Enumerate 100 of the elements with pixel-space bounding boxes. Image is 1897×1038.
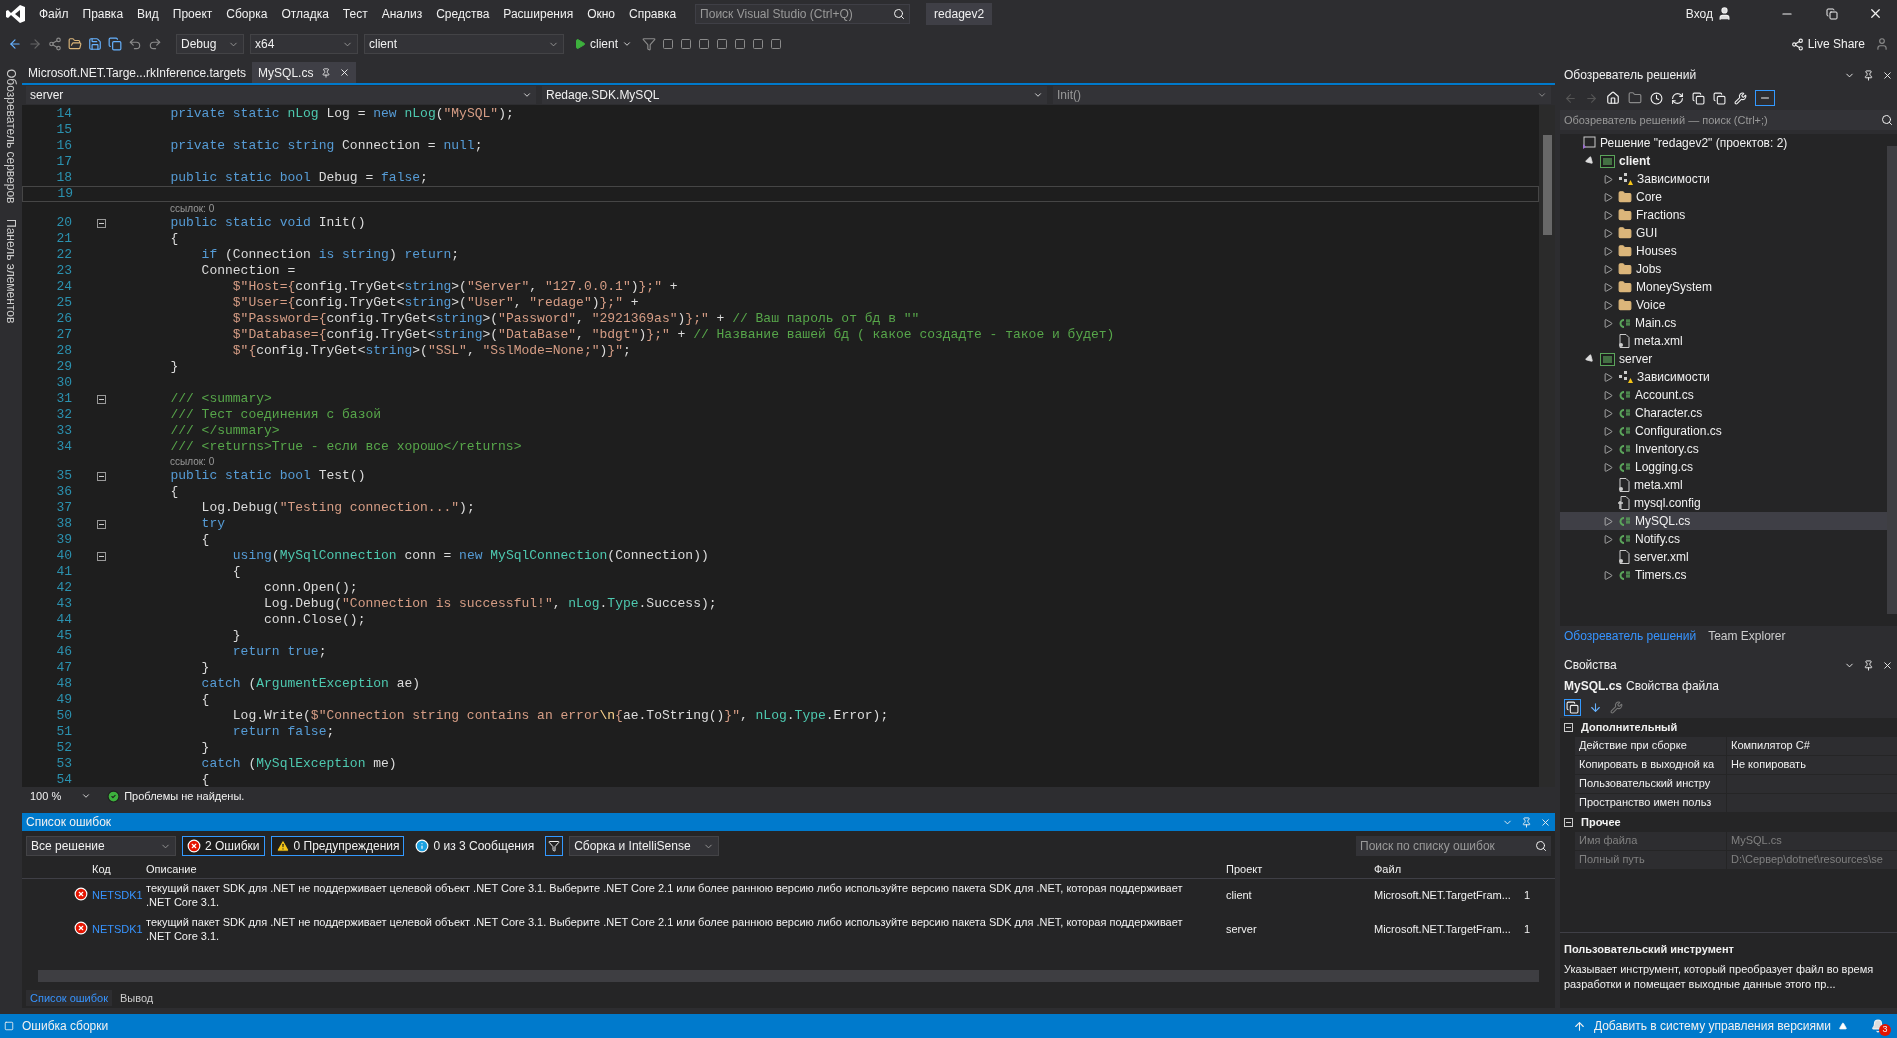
scrollbar[interactable]	[38, 970, 1539, 982]
issues-status[interactable]: Проблемы не найдены.	[124, 787, 245, 805]
collapsed-arrow-icon[interactable]	[1603, 534, 1613, 544]
menu-item[interactable]: Расширения	[496, 4, 581, 23]
reference-count[interactable]: ссылок: 0	[108, 454, 215, 469]
filter-toggle[interactable]: 0 из 3 Сообщения	[410, 836, 540, 856]
filter-button[interactable]	[545, 836, 564, 856]
document-tab[interactable]: MySQL.cs	[252, 62, 357, 83]
collapse-icon[interactable]	[1564, 723, 1573, 732]
scope-dropdown[interactable]: Все решение	[26, 836, 176, 856]
tree-item[interactable]: Main.cs	[1560, 314, 1887, 332]
scrollbar[interactable]	[1887, 146, 1897, 614]
toolbar-icon[interactable]	[770, 38, 782, 50]
menu-item[interactable]: Средства	[429, 4, 497, 23]
collapse-icon[interactable]	[97, 519, 106, 529]
tree-item[interactable]: mysql.config	[1560, 494, 1887, 512]
tree-item[interactable]: GUI	[1560, 224, 1887, 242]
tree-item[interactable]: MoneySystem	[1560, 278, 1887, 296]
property-value[interactable]: Не копировать	[1727, 756, 1810, 774]
toolbar-icon[interactable]	[642, 37, 656, 51]
collapsed-arrow-icon[interactable]	[1603, 192, 1613, 202]
scrollbar[interactable]	[1539, 105, 1555, 787]
startup-project-dropdown[interactable]: client	[364, 34, 564, 54]
search-field[interactable]: Поиск по списку ошибок	[1356, 836, 1551, 856]
undo-icon[interactable]	[128, 37, 142, 51]
pin-icon[interactable]	[1863, 69, 1874, 81]
member-dropdown[interactable]: Init()	[1053, 86, 1551, 104]
menu-item[interactable]: Правка	[75, 4, 131, 23]
collapsed-arrow-icon[interactable]	[1603, 282, 1613, 292]
error-code-link[interactable]: NETSDK1	[92, 915, 146, 938]
collapsed-arrow-icon[interactable]	[1603, 570, 1613, 580]
source-control-link[interactable]: Добавить в систему управления версиями	[1593, 1017, 1831, 1035]
class-dropdown[interactable]: Redage.SDK.MySQL	[542, 86, 1047, 104]
close-icon[interactable]	[1882, 69, 1893, 81]
collapsed-arrow-icon[interactable]	[1603, 246, 1613, 256]
redo-icon[interactable]	[148, 37, 162, 51]
menu-item[interactable]: Файл	[32, 4, 76, 23]
tree-item[interactable]: Voice	[1560, 296, 1887, 314]
platform-dropdown[interactable]: x64	[250, 34, 358, 54]
tree-item[interactable]: server	[1560, 350, 1887, 368]
sign-in-link[interactable]: Вход	[1685, 4, 1713, 23]
menu-item[interactable]: Анализ	[374, 4, 430, 23]
property-name[interactable]: Копировать в выходной ка	[1575, 756, 1727, 774]
tree-item[interactable]: MySQL.cs	[1560, 512, 1887, 530]
close-icon[interactable]	[1868, 6, 1883, 21]
tree-item[interactable]: Character.cs	[1560, 404, 1887, 422]
property-value[interactable]: MySQL.cs	[1727, 832, 1786, 850]
property-name[interactable]: Имя файла	[1575, 832, 1727, 850]
collapse-icon[interactable]	[97, 394, 106, 404]
tree-item[interactable]: Fractions	[1560, 206, 1887, 224]
panel-tab[interactable]: Обозреватель решений	[1560, 627, 1701, 645]
tree-item[interactable]: Core	[1560, 188, 1887, 206]
toolbar-icon[interactable]	[662, 38, 674, 50]
account-icon[interactable]	[1717, 6, 1732, 21]
tree-item[interactable]: meta.xml	[1560, 332, 1887, 350]
configuration-dropdown[interactable]: Debug	[176, 34, 244, 54]
side-tab[interactable]: Обозреватель серверов	[2, 69, 20, 204]
column-header[interactable]: Код	[92, 861, 146, 878]
tree-item[interactable]: client	[1560, 152, 1887, 170]
property-value[interactable]: Компилятор C#	[1727, 737, 1814, 755]
forward-icon[interactable]	[28, 37, 42, 51]
menu-item[interactable]: Тест	[335, 4, 375, 23]
collapse-icon[interactable]	[97, 551, 106, 561]
restore-icon[interactable]	[1826, 7, 1838, 20]
reference-count[interactable]: ссылок: 0	[108, 201, 215, 216]
property-pages-icon[interactable]	[1610, 700, 1623, 714]
tree-item[interactable]: Зависимости	[1560, 368, 1887, 386]
source-dropdown[interactable]: Сборка и IntelliSense	[569, 836, 720, 856]
collapsed-arrow-icon[interactable]	[1603, 318, 1613, 328]
zoom-dropdown[interactable]: 100 %	[26, 787, 96, 805]
upload-icon[interactable]	[1572, 1019, 1586, 1033]
project-dropdown[interactable]: server	[26, 86, 536, 104]
column-header[interactable]: Проект	[1226, 861, 1374, 878]
collapse-icon[interactable]	[1564, 818, 1573, 827]
collapsed-arrow-icon[interactable]	[1603, 228, 1613, 238]
collapsed-arrow-icon[interactable]	[1603, 210, 1613, 220]
filter-toggle[interactable]: 0 Предупреждения	[270, 836, 405, 856]
pin-icon[interactable]	[321, 67, 332, 78]
home-icon[interactable]	[1606, 91, 1620, 105]
save-all-icon[interactable]	[108, 37, 122, 51]
menu-item[interactable]: Справка	[622, 4, 684, 23]
panel-tab[interactable]: Список ошибок	[26, 989, 112, 1007]
toolbar-icon[interactable]	[752, 38, 764, 50]
tree-item[interactable]: Houses	[1560, 242, 1887, 260]
tree-item[interactable]: Account.cs	[1560, 386, 1887, 404]
toolbar-icon[interactable]	[680, 38, 692, 50]
search-field[interactable]: Поиск Visual Studio (Ctrl+Q)	[695, 3, 911, 24]
panel-tab[interactable]: Вывод	[116, 989, 158, 1007]
tree-item[interactable]: Решение "redagev2" (проектов: 2)	[1560, 134, 1887, 152]
pin-icon[interactable]	[1863, 659, 1874, 671]
collapsed-arrow-icon[interactable]	[1603, 426, 1613, 436]
tree-item[interactable]: Notify.cs	[1560, 530, 1887, 548]
collapsed-arrow-icon[interactable]	[1603, 174, 1613, 184]
property-value[interactable]: D:\Сервер\dotnet\resources\se	[1727, 851, 1887, 869]
collapsed-arrow-icon[interactable]	[1603, 462, 1613, 472]
collapsed-arrow-icon[interactable]	[1603, 300, 1613, 310]
tree-item[interactable]: Timers.cs	[1560, 566, 1887, 584]
live-share-button[interactable]: Live Share	[1786, 35, 1869, 53]
close-icon[interactable]	[1882, 659, 1893, 671]
tree-item[interactable]: meta.xml	[1560, 476, 1887, 494]
